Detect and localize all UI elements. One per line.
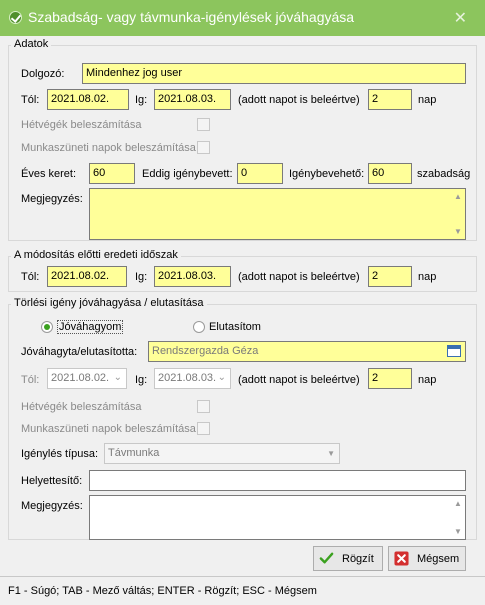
eves-keret-field[interactable]: 60 bbox=[89, 163, 135, 184]
igenybeveheto-field[interactable]: 60 bbox=[368, 163, 412, 184]
helyettesito-field[interactable] bbox=[89, 470, 466, 491]
app-check-icon bbox=[9, 11, 22, 24]
megsem-label: Mégsem bbox=[417, 553, 460, 565]
torlesi-hetvegek-label: Hétvégék beleszámítása bbox=[21, 401, 142, 413]
elutasitom-label[interactable]: Elutasítom bbox=[209, 321, 261, 333]
igenyles-tipusa-value: Távmunka bbox=[108, 447, 160, 459]
scroll-down-icon[interactable]: ▼ bbox=[454, 527, 462, 536]
torlesi-group-title: Törlési igény jóváhagyása / elutasítása bbox=[11, 297, 207, 309]
torlesi-ig-date-picker[interactable]: 2021.08.03. ⌄ bbox=[154, 368, 231, 389]
torlesi-tol-label: Tól: bbox=[21, 374, 40, 386]
check-icon bbox=[319, 552, 334, 564]
chevron-down-icon[interactable]: ⌄ bbox=[218, 372, 226, 383]
eredeti-nap-field[interactable]: 2 bbox=[368, 266, 412, 287]
igenyles-tipusa-label: Igénylés típusa: bbox=[21, 448, 99, 460]
dialog-window: Szabadság- vagy távmunka-igénylések jóvá… bbox=[0, 0, 485, 605]
rogzit-label: Rögzít bbox=[342, 553, 374, 565]
torlesi-adott-napot-label: (adott napot is beleértve) bbox=[238, 374, 360, 386]
dropdown-arrow-icon[interactable]: ▼ bbox=[327, 449, 335, 458]
cancel-x-icon bbox=[394, 551, 409, 566]
eredeti-tol-label: Tól: bbox=[21, 271, 40, 283]
megjegyzes-scrollbar[interactable]: ▲ ▼ bbox=[451, 189, 465, 239]
ig-date-field[interactable]: 2021.08.03. bbox=[154, 89, 231, 110]
nap-label: nap bbox=[418, 94, 437, 106]
elutasitom-radio[interactable] bbox=[193, 321, 205, 333]
torlesi-munkaszuneti-checkbox[interactable] bbox=[197, 422, 210, 435]
dolgozo-label: Dolgozó: bbox=[21, 68, 65, 80]
torlesi-megjegyzes-label: Megjegyzés: bbox=[21, 500, 83, 512]
tol-date-field[interactable]: 2021.08.02. bbox=[47, 89, 129, 110]
torlesi-tol-value: 2021.08.02. bbox=[51, 372, 110, 384]
ig-label: Ig: bbox=[135, 94, 148, 106]
status-bar: F1 - Súgó; TAB - Mező váltás; ENTER - Rö… bbox=[0, 576, 485, 605]
chevron-down-icon[interactable]: ⌄ bbox=[114, 372, 122, 383]
jovahagyta-field[interactable]: Rendszergazda Géza bbox=[148, 341, 466, 362]
jovahagyta-label: Jóváhagyta/elutasította: bbox=[21, 346, 138, 358]
eredeti-nap-label: nap bbox=[418, 271, 437, 283]
hetvegek-label: Hétvégék beleszámítása bbox=[21, 119, 142, 131]
eredeti-adott-napot-label: (adott napot is beleértve) bbox=[238, 271, 360, 283]
torlesi-tol-date-picker[interactable]: 2021.08.02. ⌄ bbox=[47, 368, 127, 389]
scroll-down-icon[interactable]: ▼ bbox=[454, 227, 462, 236]
adatok-group-title: Adatok bbox=[11, 38, 52, 50]
torlesi-ig-value: 2021.08.03. bbox=[158, 372, 217, 384]
rogzit-button[interactable]: Rögzít bbox=[313, 546, 383, 571]
eredeti-ig-label: Ig: bbox=[135, 271, 148, 283]
jovahagyom-radio[interactable] bbox=[41, 321, 53, 333]
helyettesito-label: Helyettesítő: bbox=[21, 475, 83, 487]
adott-napot-label: (adott napot is beleértve) bbox=[238, 94, 360, 106]
igenybeveheto-label: Igénybevehető: bbox=[289, 168, 365, 180]
tol-label: Tól: bbox=[21, 94, 40, 106]
torlesi-nap-field[interactable]: 2 bbox=[368, 368, 412, 389]
torlesi-ig-label: Ig: bbox=[135, 374, 148, 386]
munkaszuneti-label: Munkaszüneti napok beleszámítása bbox=[21, 142, 196, 154]
nap-count-field[interactable]: 2 bbox=[368, 89, 412, 110]
title-bar: Szabadság- vagy távmunka-igénylések jóvá… bbox=[0, 0, 485, 36]
eddig-igenybevett-field[interactable]: 0 bbox=[237, 163, 283, 184]
eredeti-ig-field[interactable]: 2021.08.03. bbox=[154, 266, 231, 287]
dolgozo-field[interactable]: Mindenhez jog user bbox=[82, 63, 466, 84]
jovahagyom-label[interactable]: Jóváhagyom bbox=[57, 320, 124, 334]
window-title: Szabadság- vagy távmunka-igénylések jóvá… bbox=[28, 9, 355, 25]
megsem-button[interactable]: Mégsem bbox=[388, 546, 466, 571]
megjegyzes-textarea[interactable]: ▲ ▼ bbox=[89, 188, 466, 240]
close-icon[interactable]: ✕ bbox=[454, 8, 467, 28]
torlesi-hetvegek-checkbox[interactable] bbox=[197, 400, 210, 413]
status-text: F1 - Súgó; TAB - Mező váltás; ENTER - Rö… bbox=[8, 585, 317, 597]
torlesi-munkaszuneti-label: Munkaszüneti napok beleszámítása bbox=[21, 423, 196, 435]
megjegyzes-label: Megjegyzés: bbox=[21, 193, 83, 205]
scroll-up-icon[interactable]: ▲ bbox=[454, 192, 462, 201]
torlesi-megjegyzes-textarea[interactable]: ▲ ▼ bbox=[89, 495, 466, 540]
eves-keret-label: Éves keret: bbox=[21, 168, 77, 180]
torlesi-nap-label: nap bbox=[418, 374, 437, 386]
scroll-up-icon[interactable]: ▲ bbox=[454, 499, 462, 508]
calendar-icon[interactable] bbox=[447, 345, 461, 357]
eredeti-idoszak-title: A módosítás előtti eredeti időszak bbox=[11, 249, 181, 261]
igenyles-tipusa-select[interactable]: Távmunka ▼ bbox=[104, 443, 340, 464]
eddig-igenybevett-label: Eddig igénybevett: bbox=[142, 168, 233, 180]
eredeti-tol-field[interactable]: 2021.08.02. bbox=[47, 266, 127, 287]
munkaszuneti-checkbox[interactable] bbox=[197, 141, 210, 154]
jovahagyta-value: Rendszergazda Géza bbox=[152, 345, 259, 357]
torlesi-megjegyzes-scrollbar[interactable]: ▲ ▼ bbox=[451, 496, 465, 539]
szabadsag-label: szabadság bbox=[417, 168, 471, 180]
hetvegek-checkbox[interactable] bbox=[197, 118, 210, 131]
